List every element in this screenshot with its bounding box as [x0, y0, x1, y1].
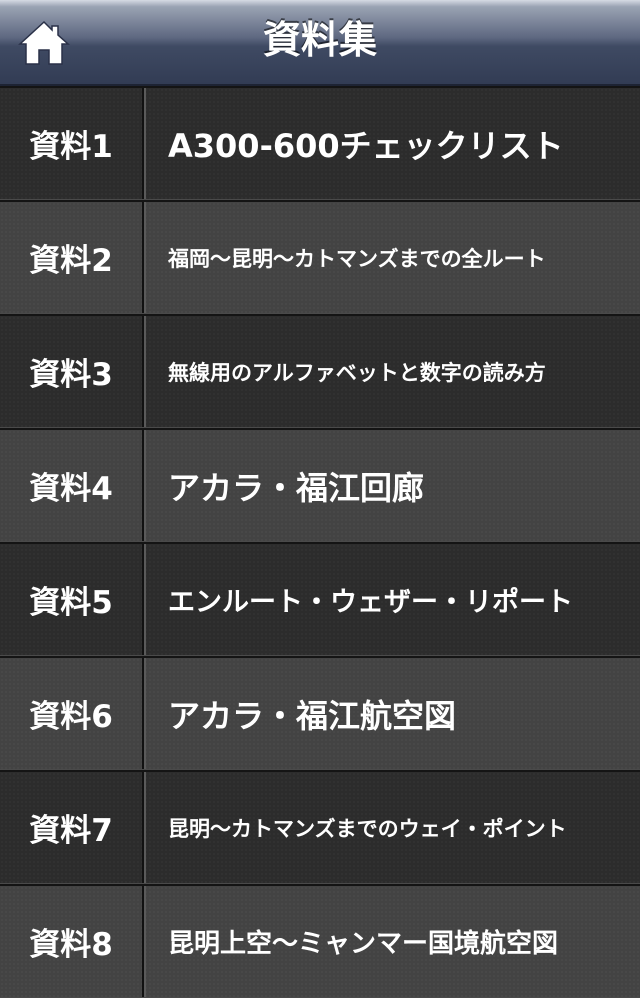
divider: [142, 886, 146, 997]
divider: [142, 430, 146, 541]
item-label: 資料5: [29, 585, 113, 621]
divider: [142, 202, 146, 313]
item-title: アカラ・福江航空図: [168, 696, 457, 735]
divider: [142, 544, 146, 655]
list-item[interactable]: 資料3 無線用のアルファベットと数字の読み方: [0, 314, 640, 428]
list-item[interactable]: 資料2 福岡〜昆明〜カトマンズまでの全ルート: [0, 200, 640, 314]
list-item[interactable]: 資料5 エンルート・ウェザー・リポート: [0, 542, 640, 656]
page-title: 資料集: [262, 18, 377, 62]
list-item[interactable]: 資料7 昆明〜カトマンズまでのウェイ・ポイント: [0, 770, 640, 884]
list-item[interactable]: 資料8 昆明上空〜ミャンマー国境航空図: [0, 884, 640, 998]
item-label: 資料1: [29, 129, 113, 165]
item-label: 資料4: [29, 471, 113, 507]
item-title: 昆明上空〜ミャンマー国境航空図: [168, 929, 559, 959]
nav-bar: 資料集: [0, 0, 640, 86]
item-label: 資料8: [29, 927, 113, 963]
document-list: 資料1 A300-600チェックリスト 資料2 福岡〜昆明〜カトマンズまでの全ル…: [0, 86, 640, 998]
item-title: 無線用のアルファベットと数字の読み方: [168, 360, 546, 385]
item-title: エンルート・ウェザー・リポート: [168, 587, 573, 618]
item-title: アカラ・福江回廊: [168, 468, 425, 507]
list-item[interactable]: 資料6 アカラ・福江航空図: [0, 656, 640, 770]
item-label: 資料2: [29, 243, 113, 279]
divider: [142, 88, 146, 199]
item-title: 昆明〜カトマンズまでのウェイ・ポイント: [168, 816, 567, 841]
list-item[interactable]: 資料1 A300-600チェックリスト: [0, 86, 640, 200]
divider: [142, 316, 146, 427]
item-label: 資料3: [29, 357, 113, 393]
list-item[interactable]: 資料4 アカラ・福江回廊: [0, 428, 640, 542]
item-label: 資料6: [29, 699, 113, 735]
item-label: 資料7: [29, 813, 113, 849]
item-title: A300-600チェックリスト: [168, 126, 564, 165]
divider: [142, 772, 146, 883]
divider: [142, 658, 146, 769]
item-title: 福岡〜昆明〜カトマンズまでの全ルート: [168, 246, 546, 271]
